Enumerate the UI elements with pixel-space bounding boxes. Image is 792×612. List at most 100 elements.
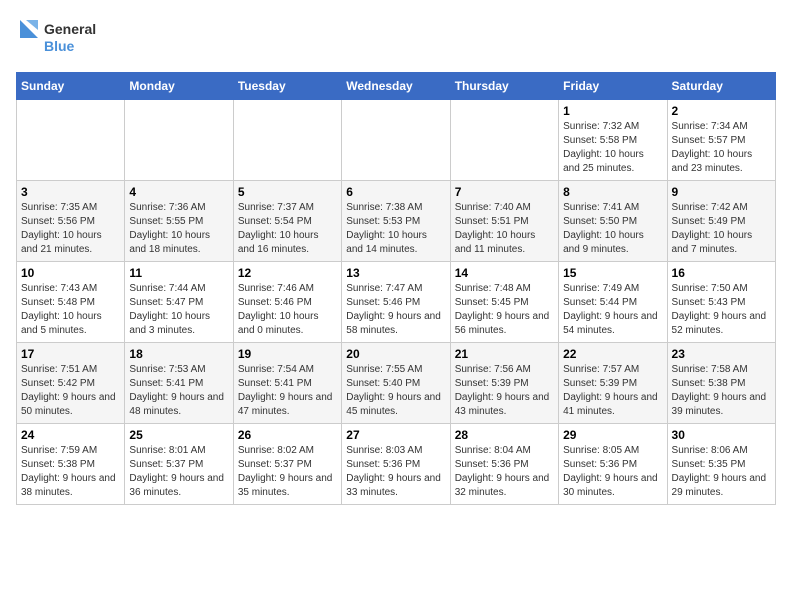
- day-info: Sunrise: 7:56 AM Sunset: 5:39 PM Dayligh…: [455, 363, 554, 419]
- day-number: 5: [238, 185, 337, 199]
- day-info: Sunrise: 7:58 AM Sunset: 5:38 PM Dayligh…: [672, 363, 771, 419]
- day-info: Sunrise: 7:36 AM Sunset: 5:55 PM Dayligh…: [129, 201, 228, 257]
- day-number: 7: [455, 185, 554, 199]
- day-number: 24: [21, 428, 120, 442]
- day-number: 14: [455, 266, 554, 280]
- day-info: Sunrise: 8:02 AM Sunset: 5:37 PM Dayligh…: [238, 444, 337, 500]
- day-info: Sunrise: 8:05 AM Sunset: 5:36 PM Dayligh…: [563, 444, 662, 500]
- day-number: 16: [672, 266, 771, 280]
- day-info: Sunrise: 7:48 AM Sunset: 5:45 PM Dayligh…: [455, 282, 554, 338]
- calendar-cell: 3 Sunrise: 7:35 AM Sunset: 5:56 PM Daylig…: [17, 181, 125, 262]
- calendar-header-row: SundayMondayTuesdayWednesdayThursdayFrid…: [17, 73, 776, 100]
- svg-text:General: General: [44, 21, 96, 37]
- page-header: General Blue: [16, 16, 776, 60]
- day-info: Sunrise: 7:32 AM Sunset: 5:58 PM Dayligh…: [563, 120, 662, 176]
- logo: General Blue: [16, 16, 106, 60]
- calendar-cell: 10Sunrise: 7:43 AM Sunset: 5:48 PM Dayli…: [17, 262, 125, 343]
- calendar-cell: [342, 100, 450, 181]
- day-number: 8: [563, 185, 662, 199]
- calendar-cell: 23 Sunrise: 7:58 AM Sunset: 5:38 PM Dayli…: [667, 343, 775, 424]
- day-number: 21: [455, 347, 554, 361]
- day-info: Sunrise: 8:03 AM Sunset: 5:36 PM Dayligh…: [346, 444, 445, 500]
- column-header-sunday: Sunday: [17, 73, 125, 100]
- column-header-thursday: Thursday: [450, 73, 558, 100]
- day-info: Sunrise: 7:55 AM Sunset: 5:40 PM Dayligh…: [346, 363, 445, 419]
- day-info: Sunrise: 7:49 AM Sunset: 5:44 PM Dayligh…: [563, 282, 662, 338]
- day-number: 18: [129, 347, 228, 361]
- day-info: Sunrise: 7:50 AM Sunset: 5:43 PM Dayligh…: [672, 282, 771, 338]
- svg-text:Blue: Blue: [44, 38, 75, 54]
- calendar-cell: 13 Sunrise: 7:47 AM Sunset: 5:46 PM Dayli…: [342, 262, 450, 343]
- calendar-cell: 5 Sunrise: 7:37 AM Sunset: 5:54 PM Daylig…: [233, 181, 341, 262]
- calendar-cell: 2 Sunrise: 7:34 AM Sunset: 5:57 PM Daylig…: [667, 100, 775, 181]
- day-info: Sunrise: 8:01 AM Sunset: 5:37 PM Dayligh…: [129, 444, 228, 500]
- calendar-cell: 28Sunrise: 8:04 AM Sunset: 5:36 PM Dayli…: [450, 424, 558, 505]
- day-info: Sunrise: 7:54 AM Sunset: 5:41 PM Dayligh…: [238, 363, 337, 419]
- calendar-cell: 11 Sunrise: 7:44 AM Sunset: 5:47 PM Dayli…: [125, 262, 233, 343]
- day-info: Sunrise: 7:35 AM Sunset: 5:56 PM Dayligh…: [21, 201, 120, 257]
- calendar-cell: 16 Sunrise: 7:50 AM Sunset: 5:43 PM Dayli…: [667, 262, 775, 343]
- day-info: Sunrise: 7:44 AM Sunset: 5:47 PM Dayligh…: [129, 282, 228, 338]
- calendar-cell: [125, 100, 233, 181]
- day-info: Sunrise: 7:37 AM Sunset: 5:54 PM Dayligh…: [238, 201, 337, 257]
- day-number: 23: [672, 347, 771, 361]
- calendar-cell: 27Sunrise: 8:03 AM Sunset: 5:36 PM Dayli…: [342, 424, 450, 505]
- calendar-cell: 30 Sunrise: 8:06 AM Sunset: 5:35 PM Dayli…: [667, 424, 775, 505]
- day-number: 19: [238, 347, 337, 361]
- column-header-friday: Friday: [559, 73, 667, 100]
- calendar-cell: 15 Sunrise: 7:49 AM Sunset: 5:44 PM Dayli…: [559, 262, 667, 343]
- day-number: 13: [346, 266, 445, 280]
- day-number: 20: [346, 347, 445, 361]
- calendar-cell: 14 Sunrise: 7:48 AM Sunset: 5:45 PM Dayli…: [450, 262, 558, 343]
- calendar-cell: 25 Sunrise: 8:01 AM Sunset: 5:37 PM Dayli…: [125, 424, 233, 505]
- calendar-week-row: 17 Sunrise: 7:51 AM Sunset: 5:42 PM Dayli…: [17, 343, 776, 424]
- calendar-cell: 8 Sunrise: 7:41 AM Sunset: 5:50 PM Daylig…: [559, 181, 667, 262]
- day-number: 11: [129, 266, 228, 280]
- day-number: 17: [21, 347, 120, 361]
- calendar-cell: [17, 100, 125, 181]
- day-info: Sunrise: 8:04 AM Sunset: 5:36 PM Dayligh…: [455, 444, 554, 500]
- calendar-cell: [450, 100, 558, 181]
- day-number: 12: [238, 266, 337, 280]
- calendar-cell: 22Sunrise: 7:57 AM Sunset: 5:39 PM Dayli…: [559, 343, 667, 424]
- day-number: 2: [672, 104, 771, 118]
- calendar-cell: [233, 100, 341, 181]
- calendar-cell: 9Sunrise: 7:42 AM Sunset: 5:49 PM Daylig…: [667, 181, 775, 262]
- calendar-week-row: 1 Sunrise: 7:32 AM Sunset: 5:58 PM Daylig…: [17, 100, 776, 181]
- day-number: 30: [672, 428, 771, 442]
- calendar-cell: 4 Sunrise: 7:36 AM Sunset: 5:55 PM Daylig…: [125, 181, 233, 262]
- calendar-cell: 24 Sunrise: 7:59 AM Sunset: 5:38 PM Dayli…: [17, 424, 125, 505]
- calendar-table: SundayMondayTuesdayWednesdayThursdayFrid…: [16, 72, 776, 505]
- day-info: Sunrise: 7:59 AM Sunset: 5:38 PM Dayligh…: [21, 444, 120, 500]
- day-number: 10: [21, 266, 120, 280]
- day-number: 26: [238, 428, 337, 442]
- column-header-tuesday: Tuesday: [233, 73, 341, 100]
- day-info: Sunrise: 7:51 AM Sunset: 5:42 PM Dayligh…: [21, 363, 120, 419]
- calendar-week-row: 10Sunrise: 7:43 AM Sunset: 5:48 PM Dayli…: [17, 262, 776, 343]
- calendar-cell: 7 Sunrise: 7:40 AM Sunset: 5:51 PM Daylig…: [450, 181, 558, 262]
- calendar-cell: 18 Sunrise: 7:53 AM Sunset: 5:41 PM Dayli…: [125, 343, 233, 424]
- calendar-week-row: 3 Sunrise: 7:35 AM Sunset: 5:56 PM Daylig…: [17, 181, 776, 262]
- day-number: 25: [129, 428, 228, 442]
- calendar-cell: 26 Sunrise: 8:02 AM Sunset: 5:37 PM Dayli…: [233, 424, 341, 505]
- day-number: 29: [563, 428, 662, 442]
- day-info: Sunrise: 7:47 AM Sunset: 5:46 PM Dayligh…: [346, 282, 445, 338]
- logo-svg: General Blue: [16, 16, 106, 60]
- day-number: 3: [21, 185, 120, 199]
- day-number: 6: [346, 185, 445, 199]
- day-info: Sunrise: 8:06 AM Sunset: 5:35 PM Dayligh…: [672, 444, 771, 500]
- day-info: Sunrise: 7:40 AM Sunset: 5:51 PM Dayligh…: [455, 201, 554, 257]
- calendar-cell: 1 Sunrise: 7:32 AM Sunset: 5:58 PM Daylig…: [559, 100, 667, 181]
- day-number: 9: [672, 185, 771, 199]
- day-number: 1: [563, 104, 662, 118]
- column-header-monday: Monday: [125, 73, 233, 100]
- day-info: Sunrise: 7:53 AM Sunset: 5:41 PM Dayligh…: [129, 363, 228, 419]
- day-number: 15: [563, 266, 662, 280]
- day-number: 4: [129, 185, 228, 199]
- day-info: Sunrise: 7:41 AM Sunset: 5:50 PM Dayligh…: [563, 201, 662, 257]
- day-info: Sunrise: 7:38 AM Sunset: 5:53 PM Dayligh…: [346, 201, 445, 257]
- day-info: Sunrise: 7:34 AM Sunset: 5:57 PM Dayligh…: [672, 120, 771, 176]
- calendar-cell: 19 Sunrise: 7:54 AM Sunset: 5:41 PM Dayli…: [233, 343, 341, 424]
- calendar-cell: 29 Sunrise: 8:05 AM Sunset: 5:36 PM Dayli…: [559, 424, 667, 505]
- calendar-cell: 12Sunrise: 7:46 AM Sunset: 5:46 PM Dayli…: [233, 262, 341, 343]
